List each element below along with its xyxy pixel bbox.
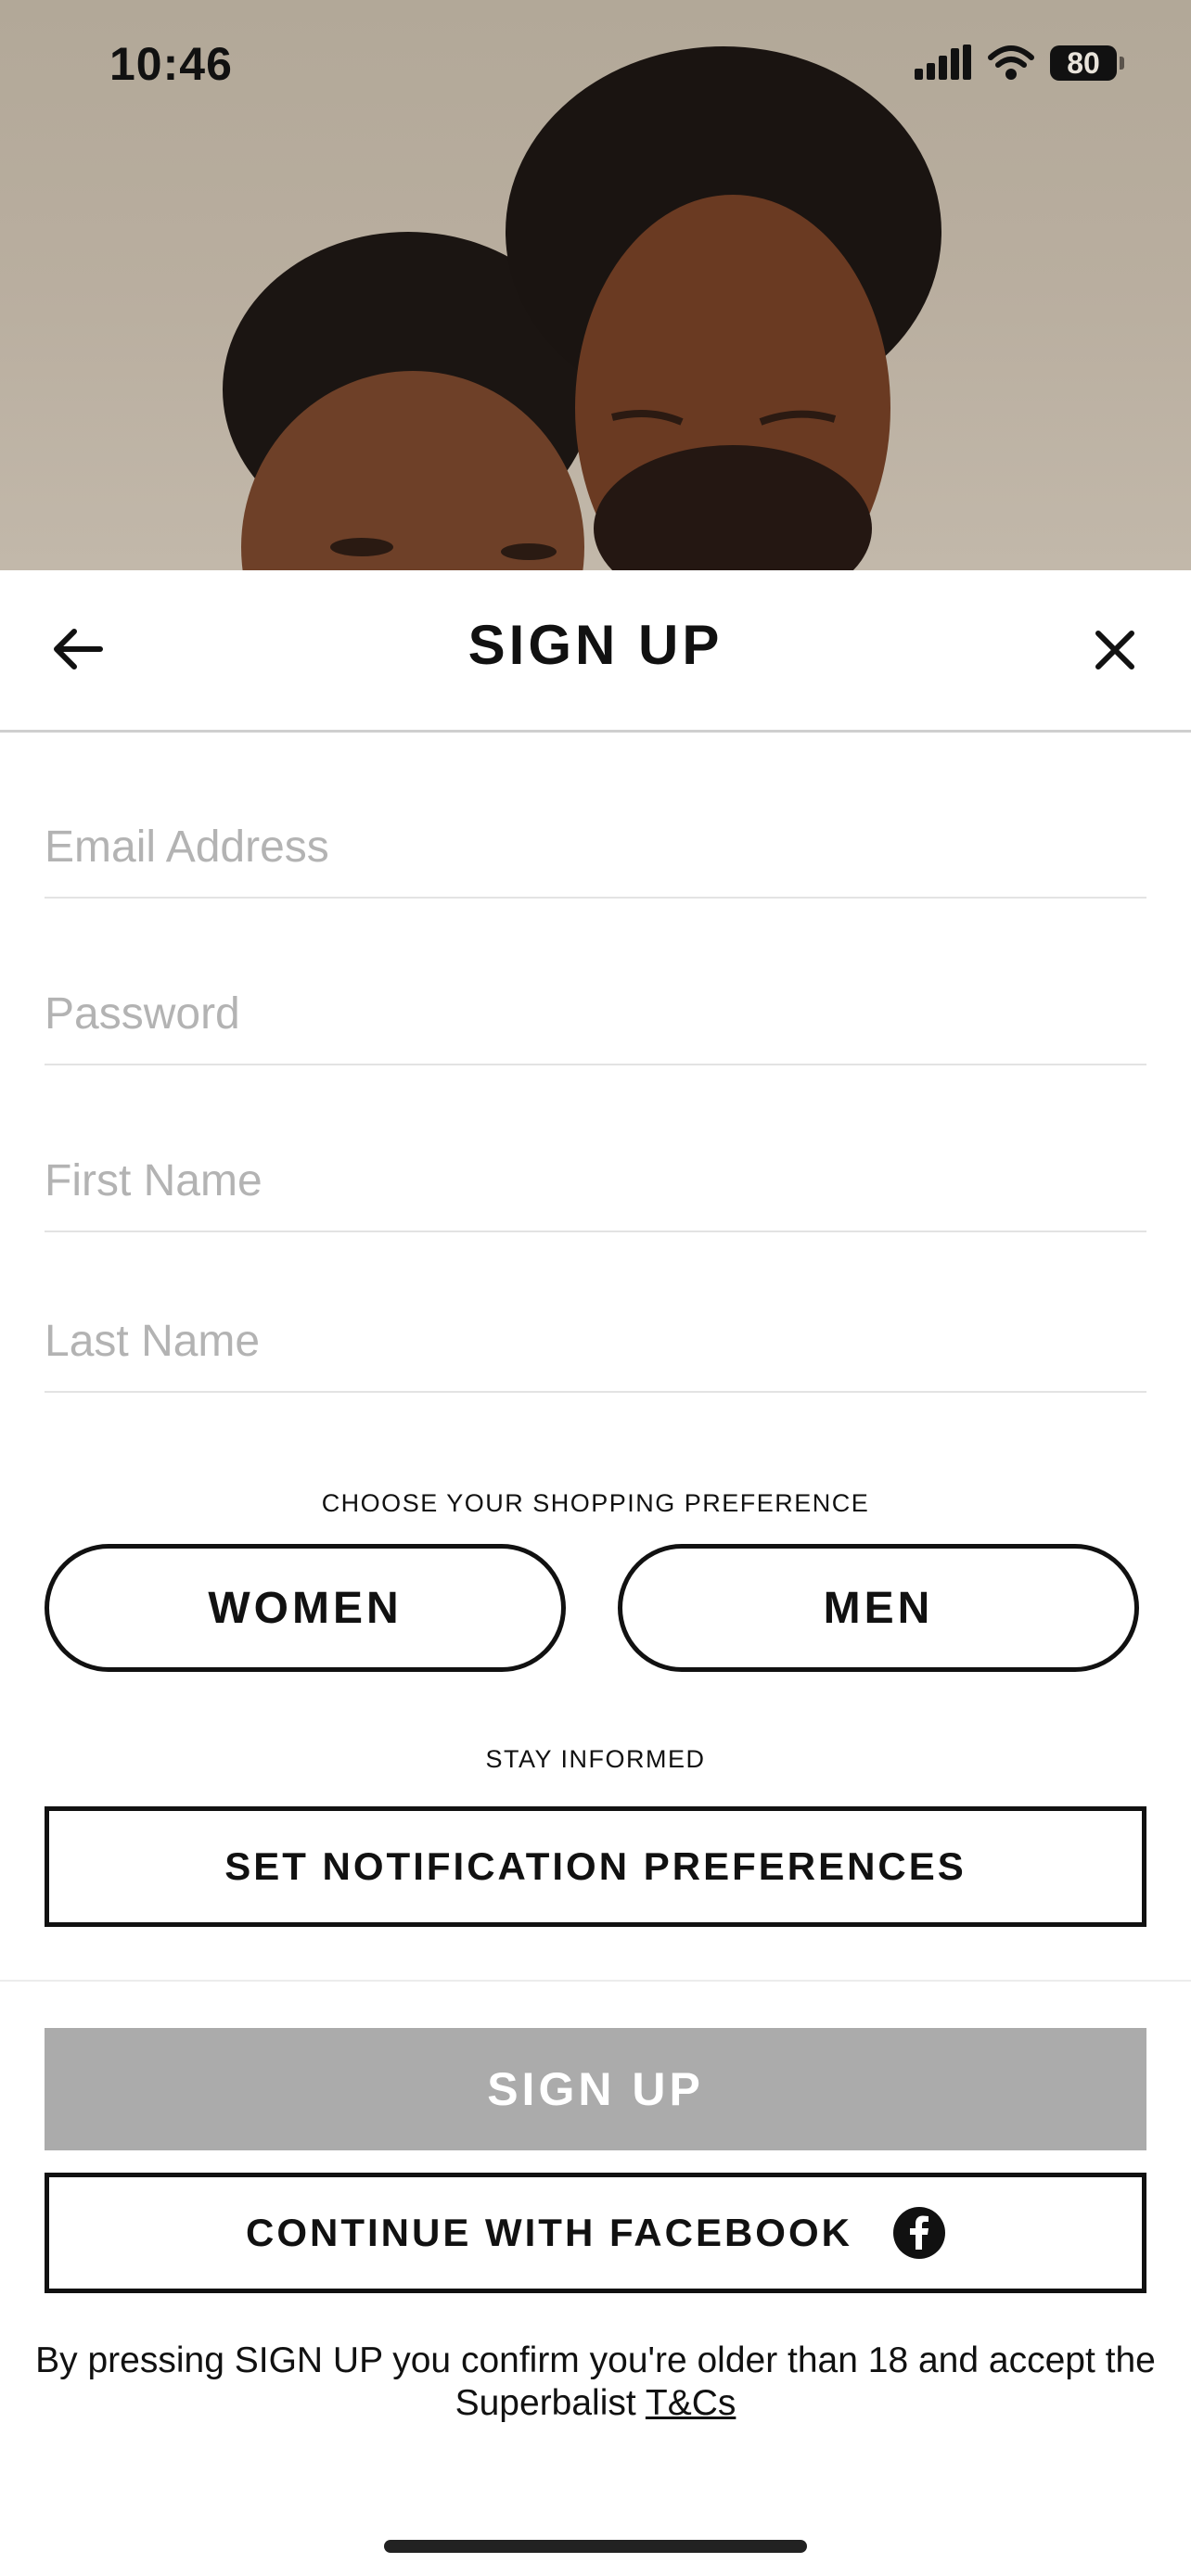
shopping-preference-caption: CHOOSE YOUR SHOPPING PREFERENCE bbox=[321, 1489, 870, 1517]
cellular-signal-icon bbox=[915, 45, 971, 80]
password-field bbox=[45, 952, 1146, 1065]
first-name-field bbox=[45, 1119, 1146, 1232]
password-input[interactable] bbox=[45, 988, 1146, 1039]
close-icon[interactable] bbox=[1089, 624, 1141, 676]
legal-notice: By pressing SIGN UP you confirm you're o… bbox=[0, 2340, 1191, 2425]
facebook-button-label: CONTINUE WITH FACEBOOK bbox=[246, 2211, 852, 2254]
wifi-icon bbox=[988, 45, 1034, 80]
sheet-header: SIGN UP bbox=[0, 570, 1191, 733]
email-input[interactable] bbox=[45, 822, 1146, 873]
status-icons: 80 bbox=[915, 45, 1124, 82]
status-bar: 10:46 80 bbox=[0, 0, 1191, 130]
terms-link[interactable]: T&Cs bbox=[646, 2383, 736, 2423]
stay-informed-caption: STAY INFORMED bbox=[485, 1745, 706, 1773]
home-indicator[interactable] bbox=[384, 2540, 807, 2553]
women-button[interactable]: WOMEN bbox=[45, 1544, 566, 1672]
email-field bbox=[45, 785, 1146, 899]
legal-text: By pressing SIGN UP you confirm you're o… bbox=[35, 2340, 1156, 2423]
section-divider bbox=[0, 1980, 1191, 1982]
notification-preferences-button[interactable]: SET NOTIFICATION PREFERENCES bbox=[45, 1806, 1146, 1927]
facebook-icon bbox=[892, 2207, 945, 2259]
last-name-field bbox=[45, 1280, 1146, 1393]
battery-level: 80 bbox=[1067, 45, 1100, 80]
page-title: SIGN UP bbox=[467, 614, 724, 676]
first-name-input[interactable] bbox=[45, 1155, 1146, 1206]
status-time: 10:46 bbox=[109, 38, 233, 90]
sign-up-button[interactable]: SIGN UP bbox=[45, 2028, 1146, 2150]
signup-sheet: SIGN UP CHOOSE YOUR SHOPPING PREFERENCE … bbox=[0, 570, 1191, 2576]
last-name-input[interactable] bbox=[45, 1316, 1146, 1367]
continue-with-facebook-button[interactable]: CONTINUE WITH FACEBOOK bbox=[45, 2173, 1146, 2293]
men-button[interactable]: MEN bbox=[618, 1544, 1139, 1672]
battery-icon: 80 bbox=[1050, 45, 1124, 81]
